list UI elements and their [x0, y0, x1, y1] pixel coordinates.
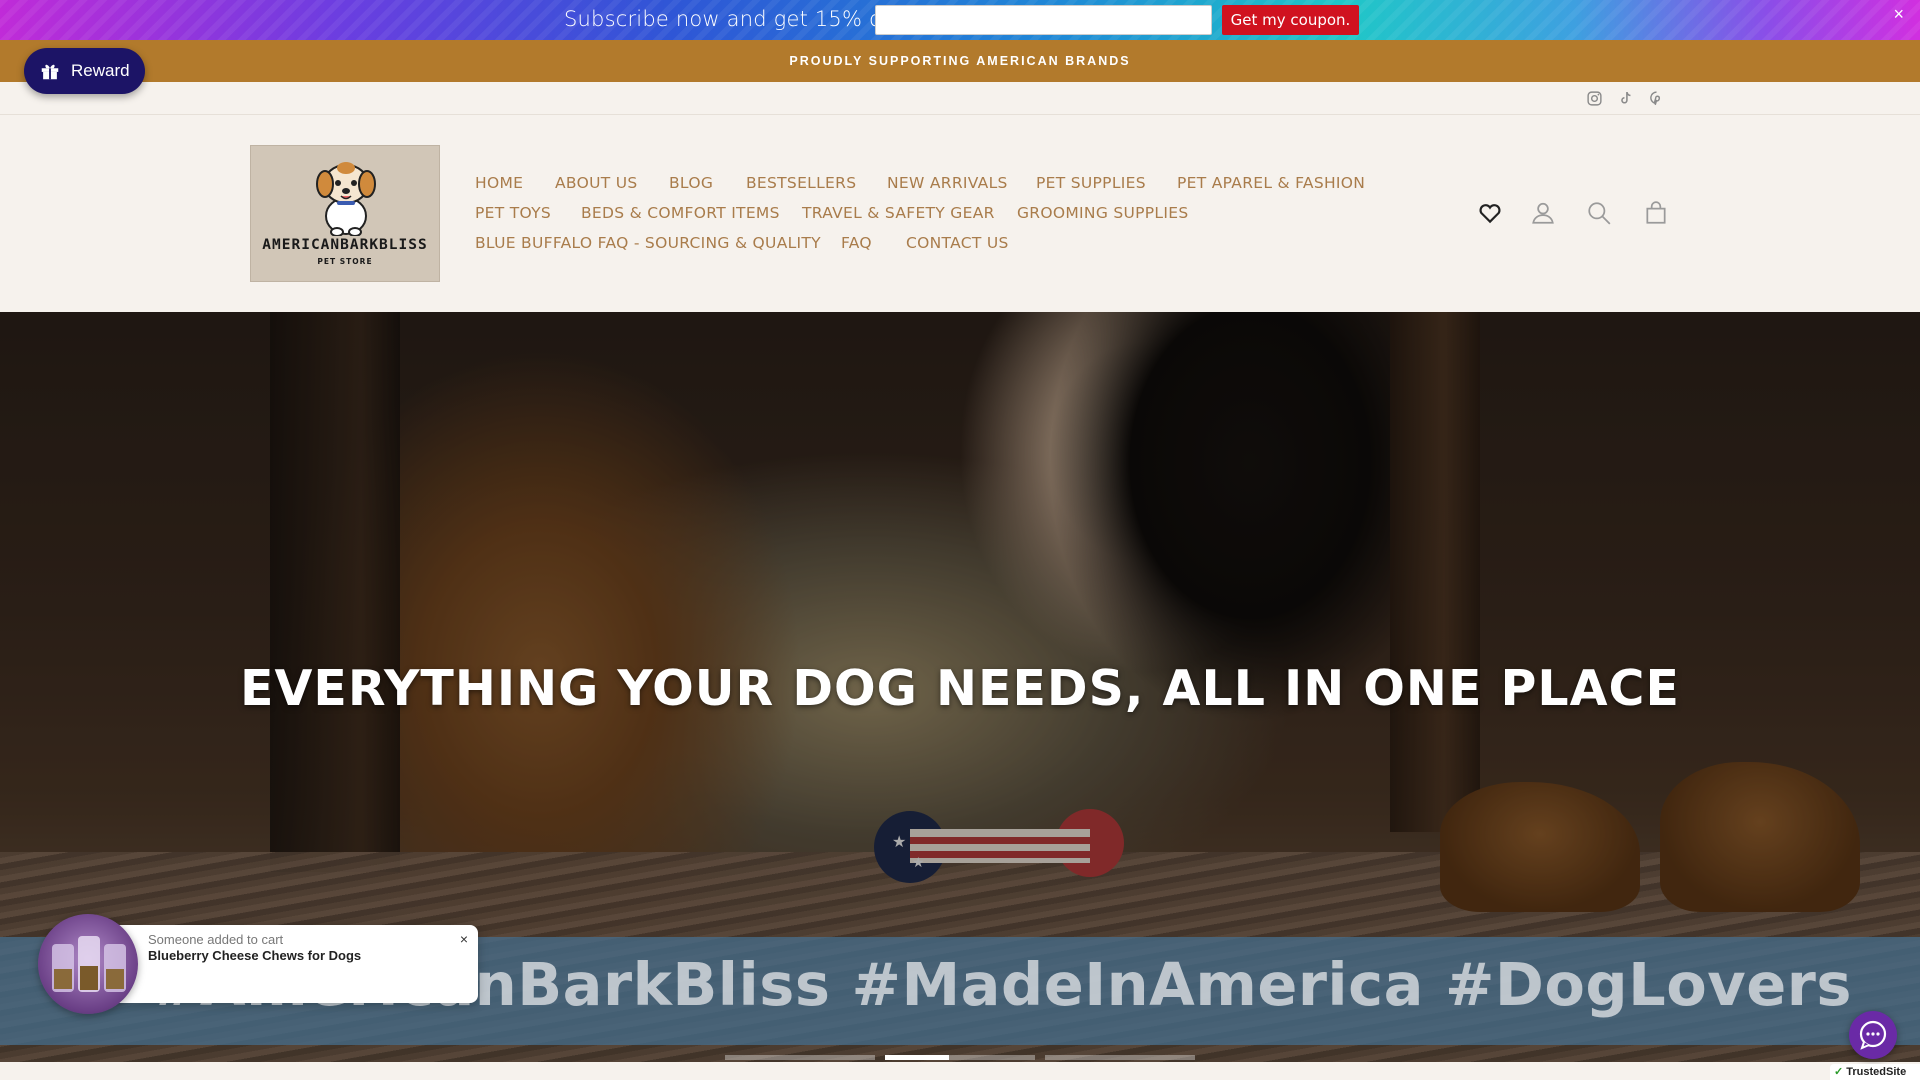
- social-bar: [0, 82, 1920, 115]
- trustedsite-badge[interactable]: ✓ TrustedSite: [1830, 1064, 1920, 1080]
- tiktok-icon[interactable]: [1617, 90, 1634, 107]
- slider-pagination: [725, 1055, 1195, 1060]
- hero-title: EVERYTHING YOUR DOG NEEDS, ALL IN ONE PL…: [240, 660, 1680, 717]
- product-image-icon: [52, 936, 126, 992]
- slider-dot-2-track: [949, 1055, 1035, 1060]
- user-icon[interactable]: [1530, 200, 1556, 226]
- gift-icon: [41, 64, 59, 80]
- slider-dot-1[interactable]: [725, 1055, 875, 1060]
- logo-title: AMERICANBARKBLISS: [262, 237, 428, 253]
- nav-about-us[interactable]: ABOUT US: [555, 174, 638, 192]
- cart-icon[interactable]: [1643, 200, 1669, 226]
- subscribe-bar: Subscribe now and get 15% off. Get my co…: [0, 0, 1920, 40]
- trustedsite-label: TrustedSite: [1846, 1066, 1907, 1078]
- nav-blog[interactable]: BLOG: [669, 174, 713, 192]
- chat-button[interactable]: [1849, 1011, 1897, 1059]
- product-thumbnail[interactable]: [38, 914, 138, 1014]
- slider-dot-3[interactable]: [1045, 1055, 1195, 1060]
- close-icon[interactable]: ×: [1893, 4, 1904, 25]
- instagram-icon[interactable]: [1586, 90, 1603, 107]
- nav-pet-apparel-fashion[interactable]: PET APAREL & FASHION: [1177, 174, 1365, 192]
- nav-contact-us[interactable]: CONTACT US: [906, 234, 1009, 252]
- pinterest-icon[interactable]: [1648, 90, 1665, 107]
- cart-notification-subtitle: Someone added to cart: [148, 932, 284, 947]
- close-icon[interactable]: ×: [460, 931, 468, 947]
- dog-logo-icon: [316, 162, 376, 236]
- reward-label: Reward: [71, 61, 130, 80]
- nav-grooming-supplies[interactable]: GROOMING SUPPLIES: [1017, 204, 1188, 222]
- nav-home[interactable]: HOME: [475, 174, 523, 192]
- slider-dot-2-active[interactable]: [885, 1055, 949, 1060]
- nav-bestsellers[interactable]: BESTSELLERS: [746, 174, 856, 192]
- email-field[interactable]: [875, 5, 1212, 35]
- cart-notification[interactable]: Someone added to cart Blueberry Cheese C…: [100, 925, 478, 1003]
- nav-pet-toys[interactable]: PET TOYS: [475, 204, 551, 222]
- page-bottom-strip: [0, 1062, 1920, 1080]
- nav-blue-buffalo-faq[interactable]: BLUE BUFFALO FAQ - SOURCING & QUALITY: [475, 234, 821, 252]
- announcement-bar: PROUDLY SUPPORTING AMERICAN BRANDS: [0, 40, 1920, 82]
- cart-notification-product[interactable]: Blueberry Cheese Chews for Dogs: [148, 948, 361, 963]
- nav-new-arrivals[interactable]: NEW ARRIVALS: [887, 174, 1008, 192]
- get-coupon-button[interactable]: Get my coupon.: [1222, 5, 1359, 35]
- nav-travel-safety[interactable]: TRAVEL & SAFETY GEAR: [802, 204, 995, 222]
- site-header: AMERICANBARKBLISS PET STORE HOME ABOUT U…: [0, 115, 1920, 312]
- nav-pet-supplies[interactable]: PET SUPPLIES: [1036, 174, 1146, 192]
- reward-button[interactable]: Reward: [24, 48, 145, 94]
- subscribe-text: Subscribe now and get 15% off.: [564, 7, 903, 31]
- nav-faq[interactable]: FAQ: [841, 234, 872, 252]
- site-logo[interactable]: AMERICANBARKBLISS PET STORE: [250, 145, 440, 282]
- nav-beds-comfort[interactable]: BEDS & COMFORT ITEMS: [581, 204, 780, 222]
- heart-icon[interactable]: [1477, 200, 1503, 226]
- logo-subtitle: PET STORE: [317, 257, 373, 266]
- chat-bubble-icon: [1859, 1020, 1887, 1050]
- search-icon[interactable]: [1586, 200, 1612, 226]
- check-icon: ✓: [1834, 1066, 1844, 1078]
